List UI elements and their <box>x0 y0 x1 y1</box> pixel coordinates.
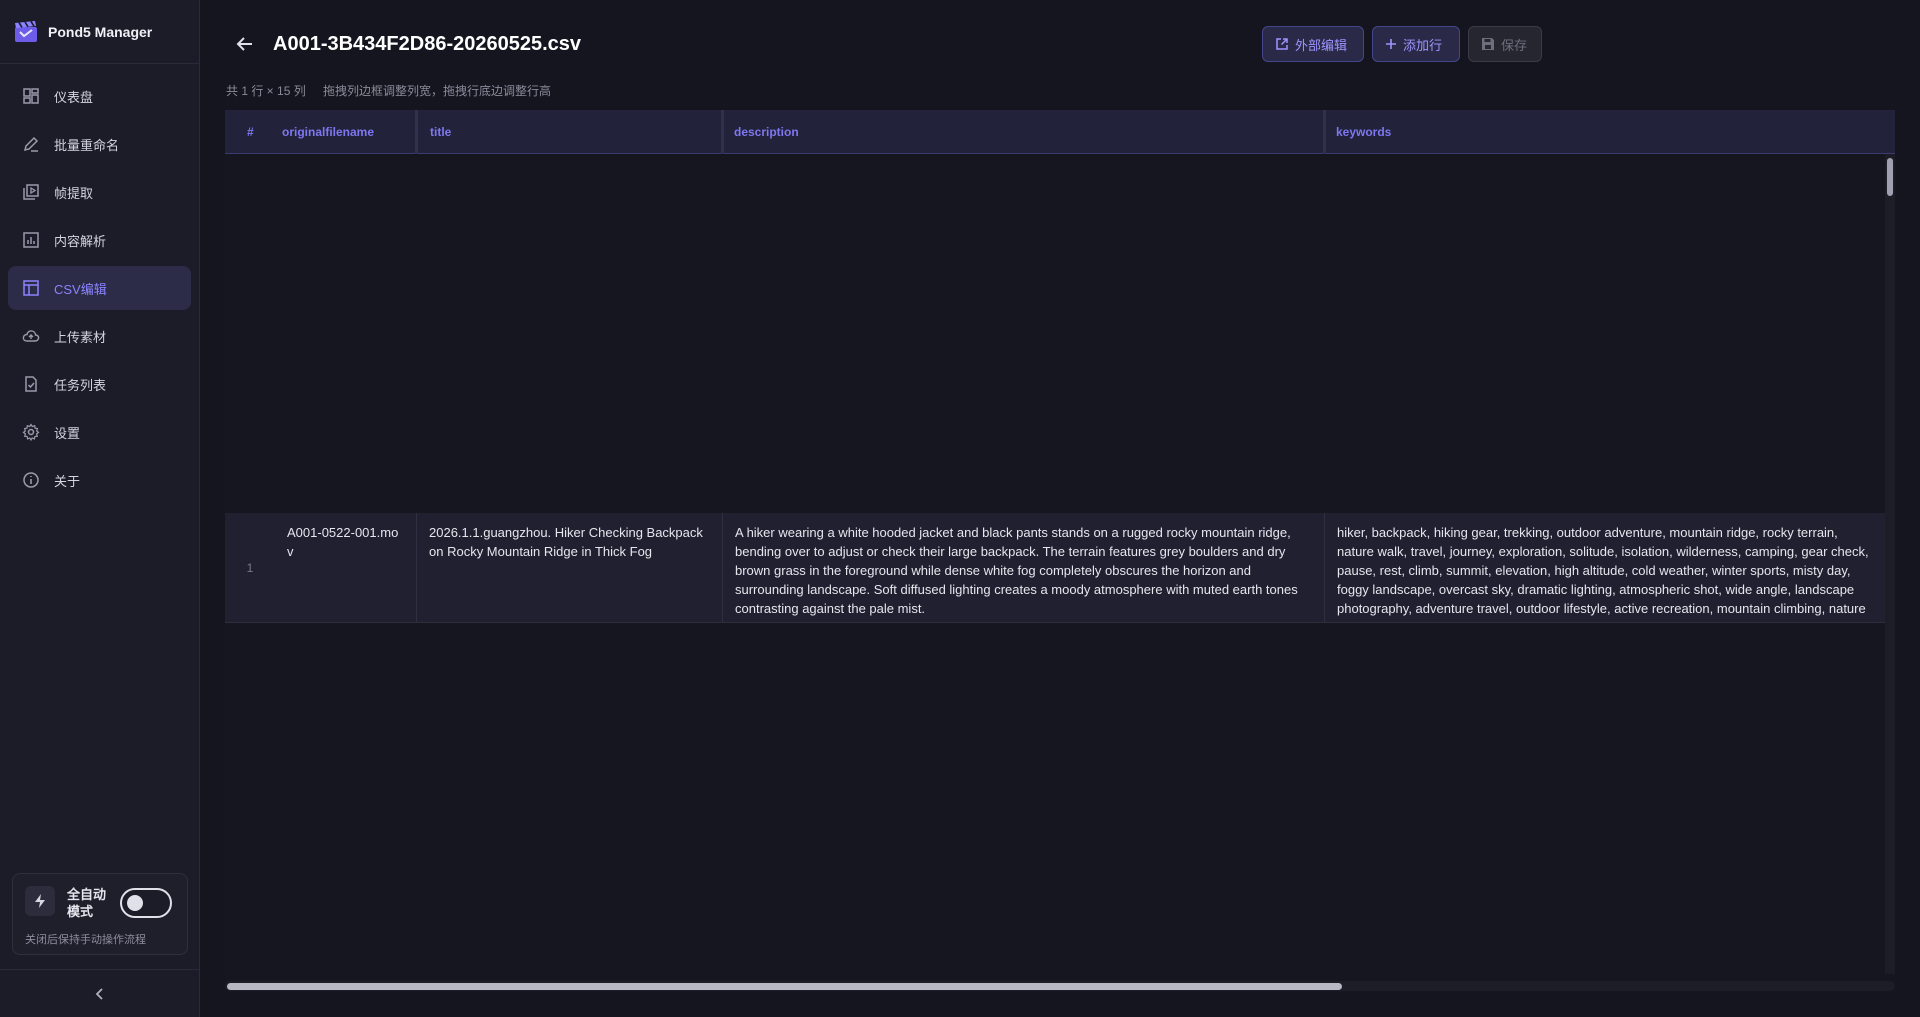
sidebar-item-task-list[interactable]: 任务列表 <box>8 362 191 406</box>
table-header: # originalfilename title description key… <box>225 110 1895 154</box>
column-header-title[interactable]: title <box>420 110 451 154</box>
auto-mode-hint: 关闭后保持手动操作流程 <box>25 934 146 946</box>
column-header-originalfilename[interactable]: originalfilename <box>272 110 374 154</box>
vertical-scrollbar[interactable] <box>1885 154 1895 974</box>
toolbar: 外部编辑 添加行 保存 <box>1262 26 1542 62</box>
row-number: 1 <box>246 561 254 575</box>
sidebar-item-content-analysis[interactable]: 内容解析 <box>8 218 191 262</box>
sidebar-item-label: 关于 <box>54 473 81 489</box>
video-frames-icon <box>23 184 39 200</box>
cloud-upload-icon <box>22 330 40 342</box>
sidebar-nav: 仪表盘 批量重命名 帧提取 内容解析 CSV编辑 上传素材 任务列表 设置 关于 <box>0 64 199 516</box>
sidebar-item-upload[interactable]: 上传素材 <box>8 314 191 358</box>
main-content: A001-3B434F2D86-20260525.csv 外部编辑 添加行 保存… <box>200 0 1920 1017</box>
resize-hint: 拖拽列边框调整列宽，拖拽行底边调整行高 <box>323 84 552 98</box>
column-header-description[interactable]: description <box>724 110 799 154</box>
sidebar-item-label: CSV编辑 <box>54 281 107 297</box>
sidebar-item-settings[interactable]: 设置 <box>8 410 191 454</box>
table-icon <box>23 280 39 296</box>
column-resize-handle[interactable] <box>415 110 418 154</box>
page-title: A001-3B434F2D86-20260525.csv <box>273 33 582 55</box>
cell-title[interactable]: 2026.1.1.guangzhou. Hiker Checking Backp… <box>417 513 721 623</box>
vertical-scroll-thumb[interactable] <box>1887 158 1893 196</box>
save-button[interactable]: 保存 <box>1468 26 1542 62</box>
brand: Pond5 Manager <box>0 0 199 64</box>
cell-keywords[interactable]: hiker, backpack, hiking gear, trekking, … <box>1325 513 1885 623</box>
horizontal-scroll-thumb[interactable] <box>227 983 1342 990</box>
sidebar-item-label: 上传素材 <box>54 329 107 345</box>
task-file-icon <box>25 376 37 392</box>
sidebar-item-batch-rename[interactable]: 批量重命名 <box>8 122 191 166</box>
app-name: Pond5 Manager <box>48 23 153 40</box>
chevron-left-icon <box>95 987 103 1000</box>
sidebar-item-csv-edit[interactable]: CSV编辑 <box>8 266 191 310</box>
sidebar-item-about[interactable]: 关于 <box>8 458 191 502</box>
sidebar-item-label: 内容解析 <box>54 233 107 249</box>
info-icon <box>23 472 39 488</box>
lightning-icon <box>25 886 55 916</box>
sidebar-item-label: 批量重命名 <box>54 137 120 153</box>
sidebar-item-label: 帧提取 <box>54 185 94 201</box>
external-edit-label: 外部编辑 <box>1295 37 1348 53</box>
column-header-keywords[interactable]: keywords <box>1326 110 1391 154</box>
csv-table: # originalfilename title description key… <box>225 110 1895 992</box>
toggle-knob <box>127 895 143 911</box>
dashboard-icon <box>23 88 39 104</box>
clapperboard-logo-icon <box>15 20 37 42</box>
app-window: Pond5 Manager 仪表盘 批量重命名 帧提取 内容解析 CSV编辑 上… <box>0 0 1920 1017</box>
sidebar-item-dashboard[interactable]: 仪表盘 <box>8 74 191 118</box>
table-row[interactable]: 1 A001-0522-001.mov 2026.1.1.guangzhou. … <box>225 513 1895 623</box>
back-arrow-icon[interactable] <box>234 33 256 55</box>
external-link-icon <box>1276 38 1288 50</box>
auto-mode-panel: 全自动模式 关闭后保持手动操作流程 <box>12 873 188 955</box>
collapse-sidebar-button[interactable] <box>0 969 200 1017</box>
row-col-summary: 共 1 行 × 15 列 <box>226 84 306 98</box>
add-row-button[interactable]: 添加行 <box>1372 26 1460 62</box>
floppy-disk-icon <box>1482 38 1494 50</box>
auto-mode-toggle[interactable] <box>120 888 172 918</box>
sidebar-item-label: 仪表盘 <box>54 89 94 105</box>
sidebar-item-label: 任务列表 <box>54 377 107 393</box>
auto-mode-label: 全自动模式 <box>67 887 107 919</box>
pen-icon <box>23 136 39 152</box>
sidebar-item-label: 设置 <box>54 425 81 441</box>
column-header-index[interactable]: # <box>237 110 254 154</box>
sidebar-item-frame-extract[interactable]: 帧提取 <box>8 170 191 214</box>
save-label: 保存 <box>1501 37 1528 53</box>
sidebar: Pond5 Manager 仪表盘 批量重命名 帧提取 内容解析 CSV编辑 上… <box>0 0 200 1017</box>
cell-originalfilename[interactable]: A001-0522-001.mov <box>275 513 415 623</box>
gear-icon <box>22 423 40 441</box>
external-edit-button[interactable]: 外部编辑 <box>1262 26 1364 62</box>
cell-description[interactable]: A hiker wearing a white hooded jacket an… <box>723 513 1323 623</box>
horizontal-scrollbar[interactable] <box>225 981 1895 991</box>
table-meta: 共 1 行 × 15 列 拖拽列边框调整列宽，拖拽行底边调整行高 <box>226 82 565 99</box>
plus-icon <box>1386 39 1396 49</box>
add-row-label: 添加行 <box>1403 37 1443 53</box>
chart-icon <box>23 232 39 248</box>
